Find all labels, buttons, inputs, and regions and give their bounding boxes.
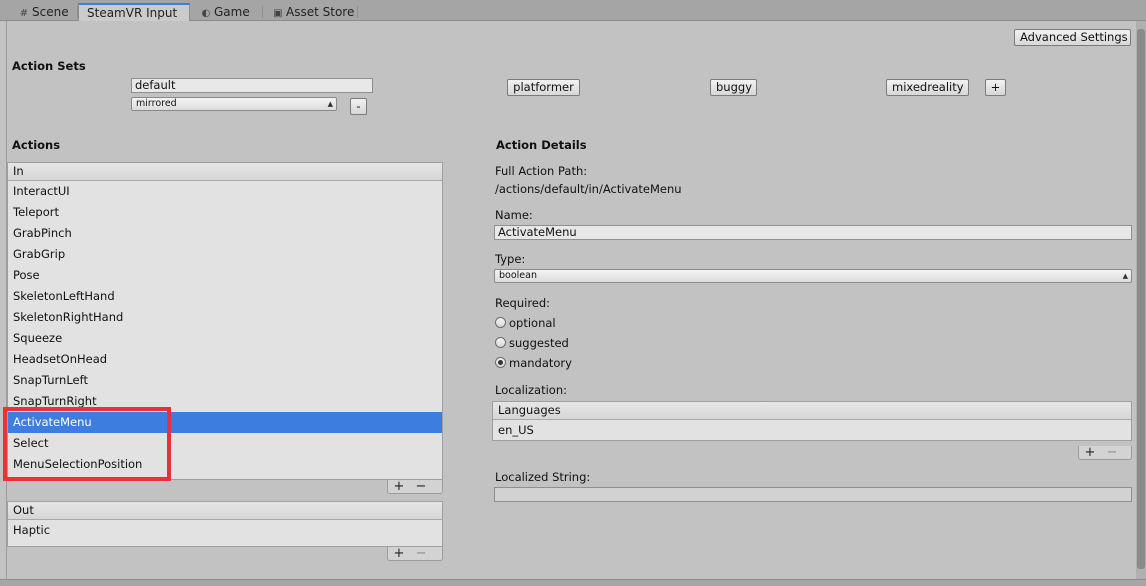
- required-label: Required:: [495, 296, 551, 310]
- highlight-annotation-box: [3, 407, 171, 481]
- tab-label: SteamVR Input: [87, 6, 178, 20]
- dropdown-value: boolean: [499, 270, 537, 281]
- remove-language-button[interactable]: −: [1101, 446, 1123, 459]
- out-action-item[interactable]: Haptic: [8, 520, 442, 541]
- add-language-button[interactable]: +: [1079, 446, 1101, 459]
- actions-out-footer: + −: [387, 547, 443, 561]
- languages-footer: + −: [1078, 446, 1132, 460]
- action-set-mixedreality-button[interactable]: mixedreality: [886, 79, 969, 96]
- actions-out-header: Out: [8, 502, 442, 520]
- game-icon: ◐: [201, 8, 211, 19]
- bottom-status-bar: [0, 579, 1146, 586]
- language-item[interactable]: en_US: [493, 420, 1131, 441]
- action-set-buggy-button[interactable]: buggy: [710, 79, 757, 96]
- languages-header: Languages: [493, 402, 1131, 420]
- remove-action-set-button[interactable]: -: [350, 98, 367, 115]
- action-item[interactable]: Teleport: [8, 202, 442, 223]
- type-dropdown[interactable]: boolean ▲: [494, 269, 1132, 283]
- store-icon: ▣: [273, 8, 283, 19]
- vertical-scrollbar[interactable]: [1136, 21, 1146, 579]
- action-set-platformer-button[interactable]: platformer: [507, 79, 580, 96]
- tab-asset-store[interactable]: ▣ Asset Store: [268, 4, 354, 21]
- type-label: Type:: [495, 252, 526, 266]
- radio-mandatory[interactable]: [495, 357, 506, 368]
- add-action-button[interactable]: +: [388, 480, 410, 493]
- action-item[interactable]: SkeletonRightHand: [8, 307, 442, 328]
- editor-tab-bar: # Scene SteamVR Input ◐ Game ▣ Asset Store: [0, 0, 1146, 22]
- action-name-field[interactable]: ActivateMenu: [494, 225, 1132, 240]
- scrollbar-thumb[interactable]: [1137, 29, 1145, 569]
- action-sets-heading: Action Sets: [12, 59, 86, 73]
- tab-steamvr-input[interactable]: SteamVR Input: [78, 3, 190, 22]
- action-item[interactable]: SkeletonLeftHand: [8, 286, 442, 307]
- radio-mandatory-label: mandatory: [509, 356, 572, 370]
- dropdown-arrow-icon: ▲: [1122, 272, 1128, 280]
- action-set-usage-dropdown[interactable]: mirrored ▲: [131, 97, 337, 111]
- tab-separator: [357, 6, 358, 18]
- localized-string-field[interactable]: [494, 487, 1132, 502]
- add-action-set-button[interactable]: +: [985, 79, 1006, 96]
- action-item[interactable]: GrabPinch: [8, 223, 442, 244]
- tab-label: Asset Store: [286, 5, 355, 19]
- action-item[interactable]: InteractUI: [8, 181, 442, 202]
- add-out-action-button[interactable]: +: [388, 547, 410, 560]
- name-label: Name:: [495, 208, 533, 222]
- action-details-heading: Action Details: [496, 138, 587, 152]
- grid-icon: #: [19, 8, 29, 19]
- dropdown-arrow-icon: ▲: [327, 100, 333, 108]
- action-item[interactable]: Squeeze: [8, 328, 442, 349]
- action-item[interactable]: GrabGrip: [8, 244, 442, 265]
- radio-suggested-label: suggested: [509, 336, 569, 350]
- localized-string-label: Localized String:: [495, 470, 591, 484]
- tab-label: Scene: [32, 5, 69, 19]
- tab-game[interactable]: ◐ Game: [196, 4, 250, 21]
- action-item[interactable]: HeadsetOnHead: [8, 349, 442, 370]
- actions-out-list: Out Haptic: [7, 501, 443, 547]
- tab-scene[interactable]: # Scene: [14, 4, 69, 21]
- remove-out-action-button[interactable]: −: [410, 547, 432, 560]
- remove-action-button[interactable]: −: [410, 480, 432, 493]
- actions-in-header: In: [8, 163, 442, 181]
- radio-optional-label: optional: [509, 316, 556, 330]
- action-item[interactable]: SnapTurnLeft: [8, 370, 442, 391]
- languages-list: Languages en_US: [492, 401, 1132, 441]
- full-action-path-value: /actions/default/in/ActivateMenu: [495, 182, 682, 196]
- actions-out-items: Haptic: [8, 520, 442, 541]
- localization-label: Localization:: [495, 383, 567, 397]
- steamvr-input-panel: Advanced Settings Action Sets default mi…: [6, 21, 1136, 579]
- full-action-path-label: Full Action Path:: [495, 164, 588, 178]
- radio-suggested[interactable]: [495, 337, 506, 348]
- advanced-settings-button[interactable]: Advanced Settings: [1014, 29, 1131, 46]
- radio-optional[interactable]: [495, 317, 506, 328]
- actions-heading: Actions: [12, 138, 61, 152]
- tab-separator: [262, 6, 263, 18]
- action-set-name-field[interactable]: default: [131, 78, 373, 93]
- action-item[interactable]: Pose: [8, 265, 442, 286]
- actions-in-footer: + −: [387, 480, 443, 494]
- tab-label: Game: [214, 5, 250, 19]
- dropdown-value: mirrored: [136, 98, 177, 109]
